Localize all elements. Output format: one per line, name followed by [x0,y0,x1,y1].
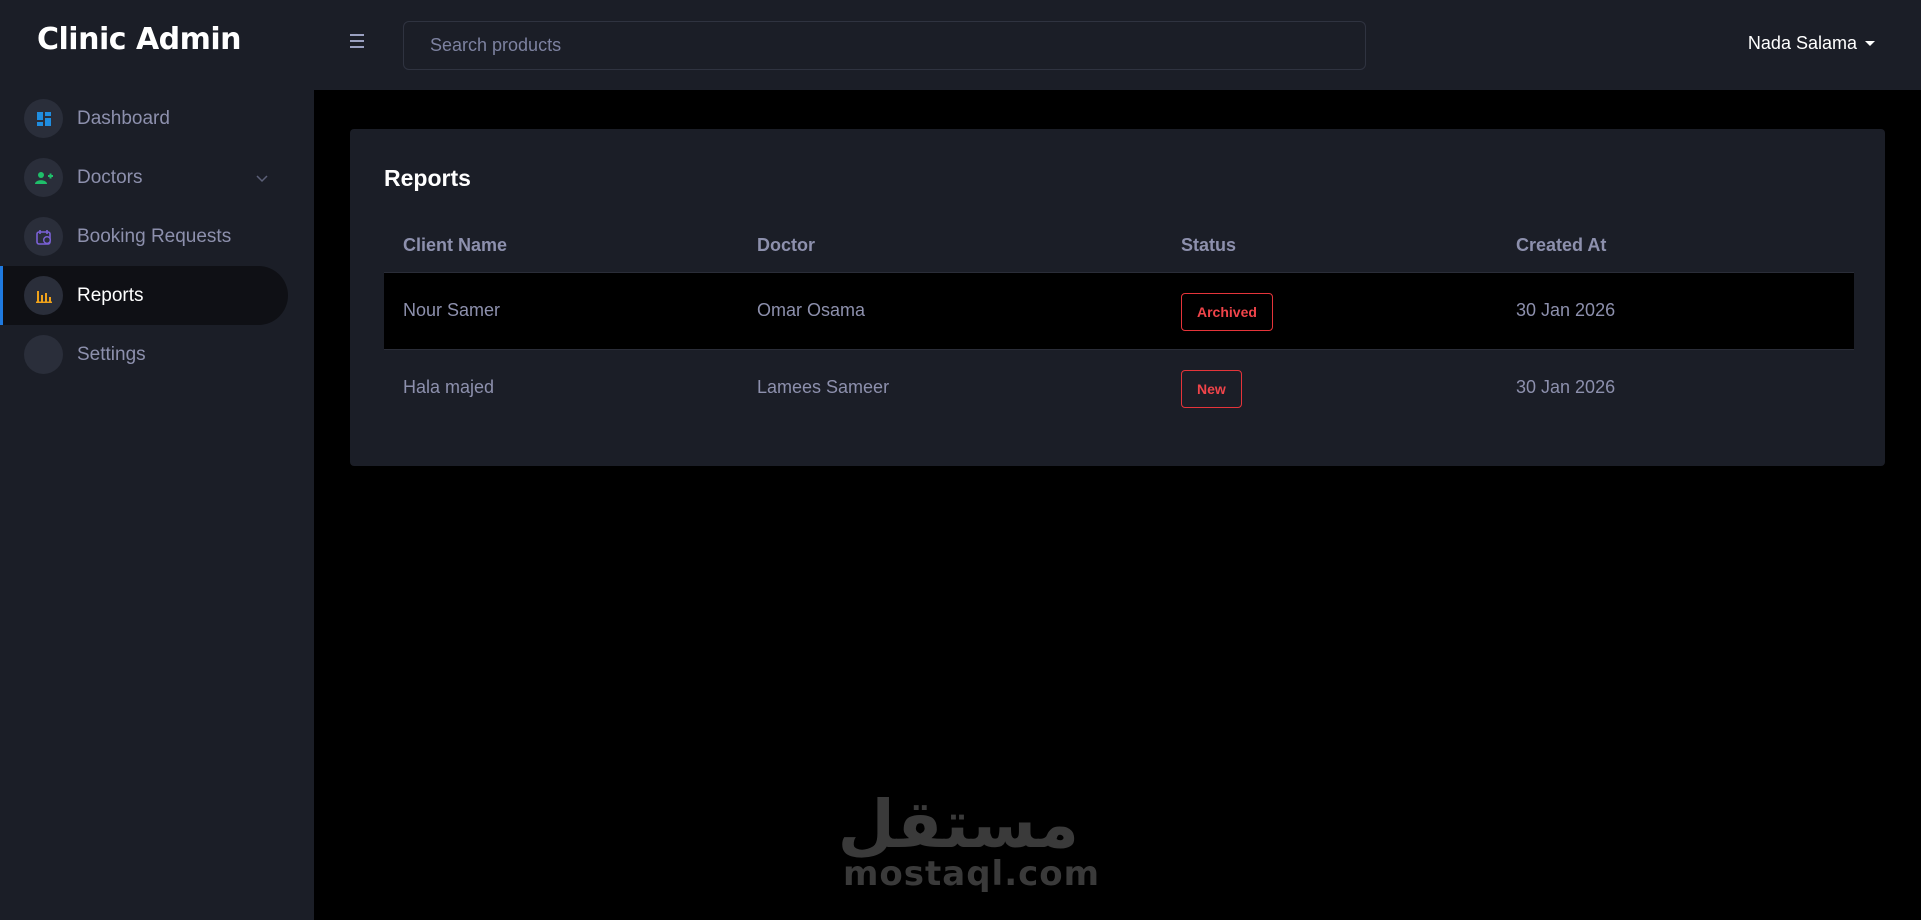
status-badge: Archived [1181,293,1273,331]
watermark: مستقل mostaql.com [837,786,1101,895]
column-header-status[interactable]: Status [1181,235,1236,256]
table-row[interactable]: Nour Samer Omar Osama Archived 30 Jan 20… [384,273,1854,350]
sidebar-item-label: Booking Requests [77,225,232,247]
sidebar-item-settings[interactable]: Settings [0,325,288,384]
sidebar: Clinic Admin Dashboard Doctors Booking R… [0,0,314,920]
status-badge: New [1181,370,1242,408]
watermark-arabic: مستقل [837,786,1079,863]
menu-toggle-icon[interactable] [350,34,366,48]
page-title: Reports [384,165,471,191]
user-name: Nada Salama [1747,33,1857,53]
sidebar-item-doctors[interactable]: Doctors [0,148,288,207]
column-header-doctor[interactable]: Doctor [757,235,815,256]
sidebar-item-label: Dashboard [77,107,170,129]
reports-table: Client Name Doctor Status Created At Nou… [384,219,1854,427]
column-header-client-name[interactable]: Client Name [403,235,507,256]
search-input[interactable] [403,21,1366,70]
doctor-name: Lamees Sameer [757,377,890,397]
dashboard-icon [24,99,63,138]
sidebar-nav: Dashboard Doctors Booking Requests Repor… [0,89,314,384]
topbar: Nada Salama [314,0,1921,90]
settings-icon [24,335,63,374]
doctors-icon [24,158,63,197]
sidebar-item-label: Doctors [77,166,143,188]
sidebar-item-booking-requests[interactable]: Booking Requests [0,207,288,266]
created-at: 30 Jan 2026 [1516,377,1616,397]
sidebar-item-label: Reports [77,284,144,306]
table-row[interactable]: Hala majed Lamees Sameer New 30 Jan 2026 [384,350,1854,427]
user-menu[interactable]: Nada Salama [1748,33,1875,54]
app-title[interactable]: Clinic Admin [37,22,242,57]
caret-down-icon [1865,41,1875,46]
sidebar-item-dashboard[interactable]: Dashboard [0,89,288,148]
doctor-name: Omar Osama [757,300,866,320]
created-at: 30 Jan 2026 [1516,300,1616,320]
table-header: Client Name Doctor Status Created At [384,219,1854,273]
watermark-latin: mostaql.com [843,854,1101,894]
client-name: Nour Samer [403,300,501,320]
sidebar-item-label: Settings [77,343,146,365]
reports-card: Reports Client Name Doctor Status Create… [350,129,1885,466]
sidebar-item-reports[interactable]: Reports [0,266,288,325]
column-header-created-at[interactable]: Created At [1516,235,1606,256]
chevron-down-icon[interactable] [256,170,268,188]
calendar-icon [24,217,63,256]
client-name: Hala majed [403,377,495,397]
bar-chart-icon [24,276,63,315]
